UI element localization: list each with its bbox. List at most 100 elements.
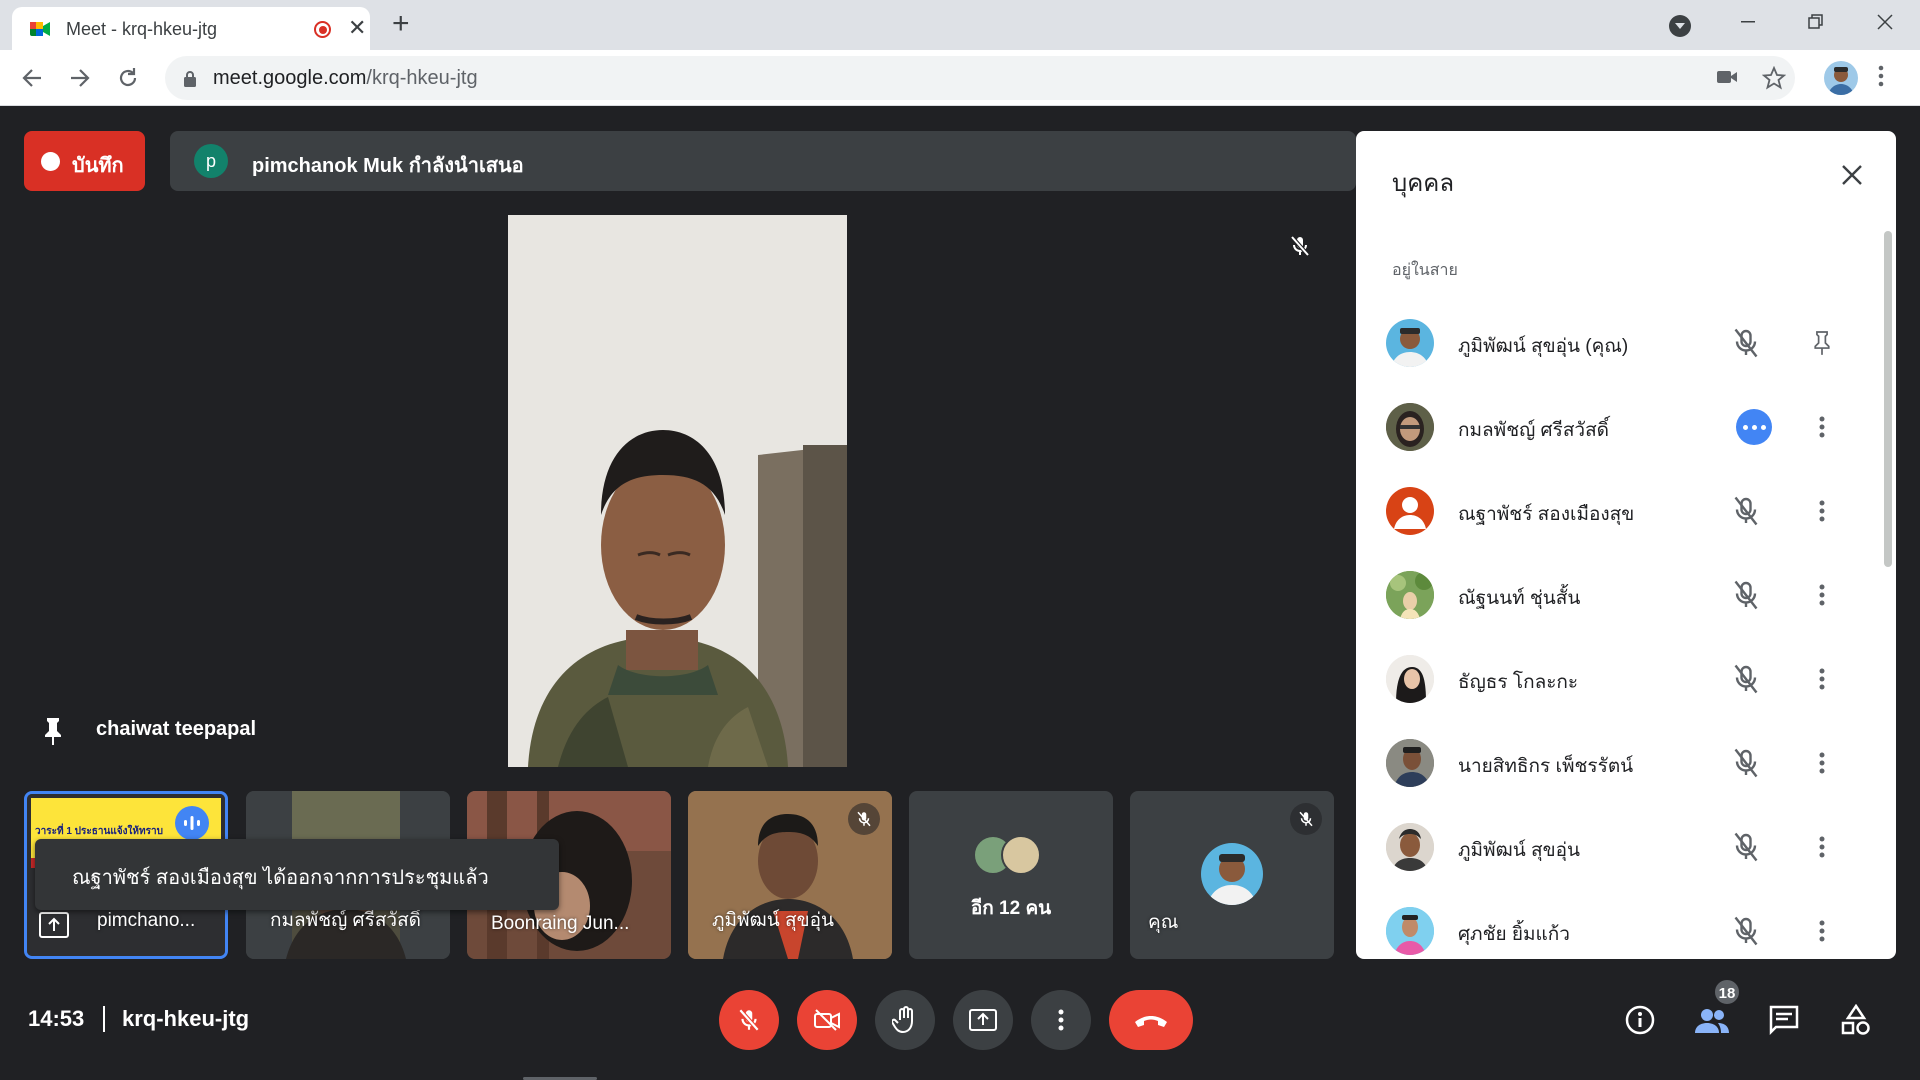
more-vert-icon — [1819, 416, 1825, 438]
more-vert-icon — [1058, 1009, 1064, 1031]
tab-search-icon[interactable] — [1669, 15, 1691, 37]
more-vert-icon — [1819, 920, 1825, 942]
participant-mute-button[interactable] — [1728, 661, 1764, 702]
participant-mute-button[interactable] — [1728, 913, 1764, 954]
participant-mute-button[interactable] — [1728, 829, 1764, 870]
camera-off-icon — [814, 1009, 840, 1031]
avatar — [1386, 823, 1434, 871]
participant-name: ณัฐนนท์ ชุ่นสั้น — [1458, 588, 1581, 609]
close-window-icon — [1877, 14, 1893, 30]
tile-more-participants[interactable]: อีก 12 คน — [909, 791, 1113, 959]
people-panel-title: บุคคล — [1392, 170, 1455, 197]
mic-off-icon — [1734, 832, 1758, 862]
mic-off-icon — [857, 811, 871, 827]
participant-mute-button[interactable] — [1728, 325, 1764, 366]
leave-call-button[interactable] — [1109, 990, 1193, 1050]
participant-more-button[interactable] — [1802, 659, 1842, 699]
recording-button[interactable]: บันทึก — [24, 131, 145, 191]
people-panel: บุคคล อยู่ในสาย ภูมิพัฒน์ สุขอุ่น (คุณ) … — [1356, 131, 1896, 959]
avatar — [1386, 655, 1434, 703]
mic-off-icon — [1734, 496, 1758, 526]
reload-button[interactable] — [110, 60, 146, 96]
minimize-button[interactable] — [1718, 0, 1778, 44]
url-path: /krq-hkeu-jtg — [366, 67, 478, 89]
more-vert-icon — [1878, 65, 1884, 87]
more-vert-icon — [1819, 584, 1825, 606]
chat-button[interactable] — [1762, 998, 1806, 1042]
participant-more-button[interactable] — [1802, 827, 1842, 867]
panel-scrollbar[interactable] — [1884, 231, 1892, 567]
presentation-banner: p pimchanok Muk กำลังนำเสนอ — [170, 131, 1356, 191]
close-window-button[interactable] — [1855, 0, 1915, 44]
minimize-icon — [1741, 21, 1755, 23]
avatar — [1386, 319, 1434, 367]
browser-toolbar: meet.google.com/krq-hkeu-jtg — [0, 50, 1920, 106]
lock-icon — [184, 71, 196, 87]
mic-off-icon — [1734, 328, 1758, 358]
browser-tabstrip: Meet - krq-hkeu-jtg ✕ + — [0, 0, 1920, 50]
participant-row: ณฐาพัชร์ สองเมืองสุข — [1356, 469, 1896, 553]
participant-more-button[interactable] — [1802, 911, 1842, 951]
info-icon — [1625, 1005, 1655, 1035]
participant-mute-button[interactable] — [1728, 577, 1764, 618]
meeting-details-button[interactable] — [1618, 998, 1662, 1042]
pinned-speaker-name: chaiwat teepapal — [96, 718, 257, 740]
pin-participant-button[interactable] — [1802, 323, 1842, 363]
participant-name: ศุภชัย ยิ้มแก้ว — [1458, 924, 1570, 945]
present-screen-icon — [39, 912, 69, 938]
mic-off-icon — [1734, 748, 1758, 778]
more-participants-label: อีก 12 คน — [970, 898, 1052, 919]
activities-shapes-icon — [1841, 1004, 1870, 1035]
forward-button[interactable] — [62, 60, 98, 96]
participant-more-button[interactable] — [1802, 491, 1842, 531]
reload-icon — [119, 68, 137, 87]
participant-mute-button[interactable] — [1728, 493, 1764, 534]
more-vert-icon — [1819, 752, 1825, 774]
activities-button[interactable] — [1834, 998, 1878, 1042]
participant-row: ภูมิพัฒน์ สุขอุ่น (คุณ) — [1356, 301, 1896, 385]
self-avatar — [1201, 843, 1263, 905]
pinned-speaker-pin-icon[interactable] — [40, 716, 66, 751]
tile-self[interactable]: คุณ — [1130, 791, 1334, 959]
participant-name: ธัญธร โกละกะ — [1458, 672, 1579, 693]
avatar — [1386, 571, 1434, 619]
speaker-mic-off-indicator — [1288, 234, 1312, 263]
more-options-button[interactable] — [1031, 990, 1091, 1050]
tab-close-icon[interactable]: ✕ — [348, 16, 366, 40]
participant-name: กมลพัชญ์ ศรีสวัสดิ์ — [1458, 420, 1610, 441]
close-panel-button[interactable] — [1840, 163, 1864, 192]
present-now-button[interactable] — [953, 990, 1013, 1050]
participant-more-button[interactable] — [1802, 575, 1842, 615]
presenter-avatar: p — [194, 144, 228, 178]
tile-name: คุณ — [1148, 912, 1179, 933]
participant-more-button[interactable] — [1802, 407, 1842, 447]
restore-button[interactable] — [1786, 0, 1846, 44]
profile-avatar[interactable] — [1824, 61, 1858, 95]
meet-favicon-icon — [30, 22, 50, 36]
raise-hand-button[interactable] — [875, 990, 935, 1050]
participant-avatar — [1001, 835, 1041, 875]
chrome-menu-button[interactable] — [1878, 64, 1884, 93]
divider — [103, 1006, 105, 1032]
browser-tab[interactable]: Meet - krq-hkeu-jtg ✕ — [12, 7, 370, 50]
more-vert-icon — [1819, 836, 1825, 858]
present-screen-icon — [969, 1009, 997, 1031]
left-meeting-toast: ณฐาพัชร์ สองเมืองสุข ได้ออกจากการประชุมแ… — [35, 839, 559, 910]
avatar — [1386, 739, 1434, 787]
tile-mic-off-indicator — [848, 803, 880, 835]
participant-more-button[interactable] — [1802, 743, 1842, 783]
mic-toggle-button[interactable] — [719, 990, 779, 1050]
tile-name: Boonraing Jun... — [491, 913, 630, 934]
new-tab-button[interactable]: + — [392, 8, 410, 40]
bookmark-star-icon[interactable] — [1762, 66, 1786, 90]
camera-in-use-icon[interactable] — [1716, 68, 1738, 86]
back-arrow-icon — [22, 69, 41, 87]
address-bar[interactable]: meet.google.com/krq-hkeu-jtg — [165, 56, 1795, 100]
avatar — [1386, 487, 1434, 535]
back-button[interactable] — [14, 60, 50, 96]
tile-participant[interactable]: ภูมิพัฒน์ สุขอุ่น — [688, 791, 892, 959]
mic-off-icon — [1734, 580, 1758, 610]
camera-toggle-button[interactable] — [797, 990, 857, 1050]
participant-mute-button[interactable] — [1728, 745, 1764, 786]
participant-name: ภูมิพัฒน์ สุขอุ่น (คุณ) — [1458, 336, 1629, 357]
